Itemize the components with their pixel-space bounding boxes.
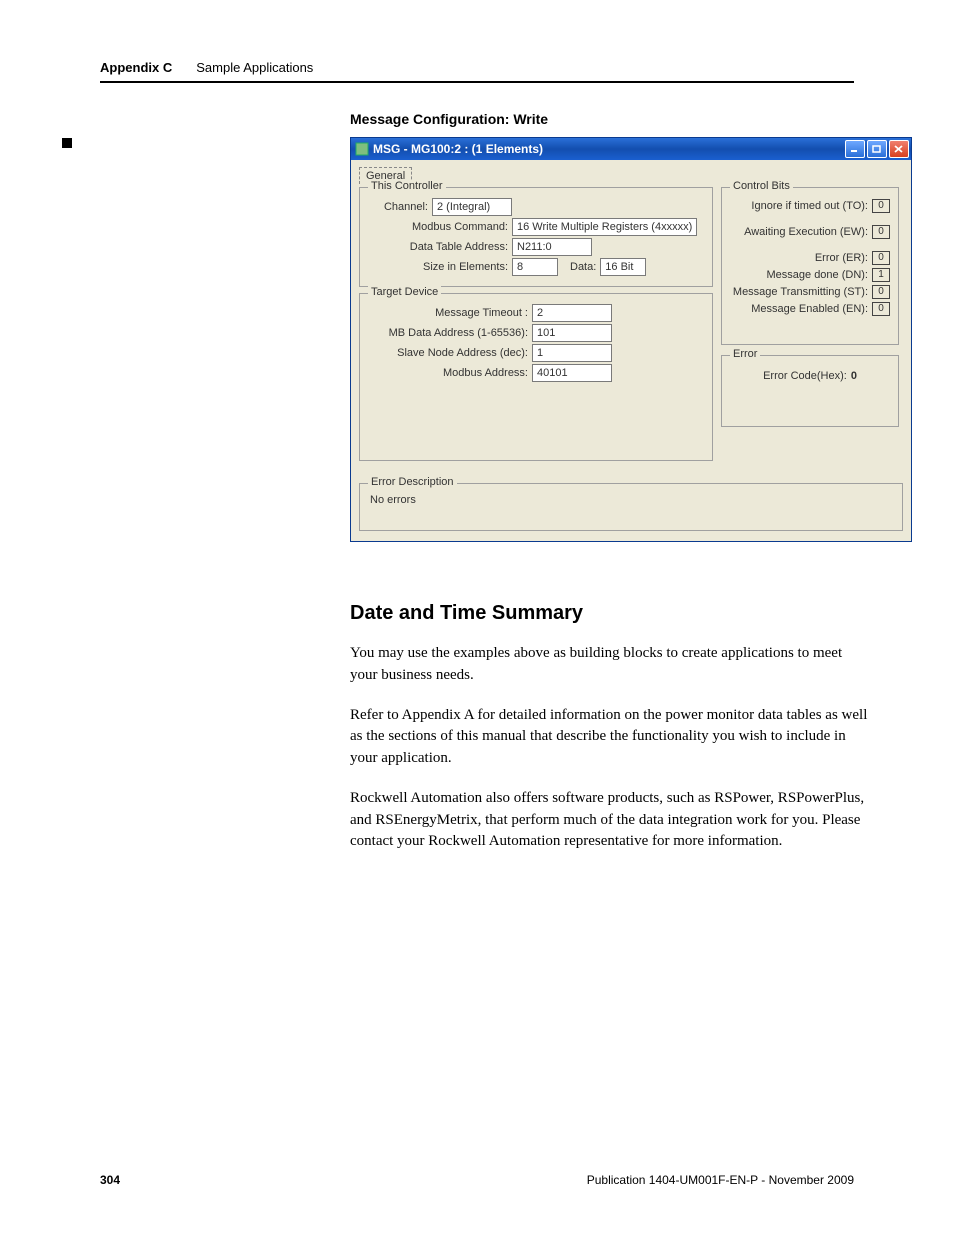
- this-controller-group: This Controller Channel: 2 (Integral) Mo…: [359, 187, 713, 287]
- section-label: Sample Applications: [196, 60, 313, 75]
- dta-label: Data Table Address:: [368, 241, 512, 253]
- channel-label: Channel:: [368, 201, 432, 213]
- modaddr-field: 40101: [532, 364, 612, 382]
- target-device-legend: Target Device: [368, 286, 441, 298]
- dn-label: Message done (DN):: [767, 269, 869, 281]
- paragraph-1: You may use the examples above as buildi…: [350, 643, 870, 687]
- dta-field[interactable]: N211:0: [512, 238, 592, 256]
- error-code-value: 0: [851, 370, 857, 382]
- msg-config-window: MSG - MG100:2 : (1 Elements) General: [350, 137, 912, 542]
- publication-id: Publication 1404-UM001F-EN-P - November …: [587, 1173, 854, 1187]
- ew-label: Awaiting Execution (EW):: [744, 226, 868, 238]
- er-label: Error (ER):: [815, 252, 868, 264]
- control-bits-group: Control Bits Ignore if timed out (TO): 0…: [721, 187, 899, 345]
- data-field[interactable]: 16 Bit: [600, 258, 646, 276]
- error-description-group: Error Description No errors: [359, 483, 903, 531]
- ew-value[interactable]: 0: [872, 225, 890, 239]
- channel-field[interactable]: 2 (Integral): [432, 198, 512, 216]
- appendix-label: Appendix C: [100, 60, 172, 75]
- header-rule: [100, 81, 854, 83]
- close-button[interactable]: [889, 140, 909, 158]
- this-controller-legend: This Controller: [368, 180, 446, 192]
- st-label: Message Transmitting (ST):: [733, 286, 868, 298]
- target-device-group: Target Device Message Timeout : 2 MB Dat…: [359, 293, 713, 461]
- maximize-button[interactable]: [867, 140, 887, 158]
- titlebar[interactable]: MSG - MG100:2 : (1 Elements): [351, 138, 911, 160]
- er-value[interactable]: 0: [872, 251, 890, 265]
- page-number: 304: [100, 1173, 120, 1187]
- st-value[interactable]: 0: [872, 285, 890, 299]
- app-icon: [355, 142, 369, 156]
- control-bits-legend: Control Bits: [730, 180, 793, 192]
- modaddr-label: Modbus Address:: [368, 367, 532, 379]
- data-label: Data:: [570, 261, 596, 273]
- size-field[interactable]: 8: [512, 258, 558, 276]
- timeout-label: Message Timeout :: [368, 307, 532, 319]
- mbaddr-label: MB Data Address (1-65536):: [368, 327, 532, 339]
- timeout-field[interactable]: 2: [532, 304, 612, 322]
- slave-label: Slave Node Address (dec):: [368, 347, 532, 359]
- paragraph-2: Refer to Appendix A for detailed informa…: [350, 705, 870, 770]
- section-heading: Date and Time Summary: [350, 602, 870, 625]
- error-description-text: No errors: [370, 494, 416, 506]
- en-value[interactable]: 0: [872, 302, 890, 316]
- error-legend: Error: [730, 348, 760, 360]
- error-group: Error Error Code(Hex): 0: [721, 355, 899, 427]
- modbus-cmd-label: Modbus Command:: [368, 221, 512, 233]
- modbus-cmd-field[interactable]: 16 Write Multiple Registers (4xxxxx): [512, 218, 697, 236]
- mbaddr-field[interactable]: 101: [532, 324, 612, 342]
- error-code-label: Error Code(Hex):: [763, 370, 847, 382]
- to-value[interactable]: 0: [872, 199, 890, 213]
- minimize-button[interactable]: [845, 140, 865, 158]
- slave-field[interactable]: 1: [532, 344, 612, 362]
- margin-marker: [62, 138, 72, 148]
- en-label: Message Enabled (EN):: [751, 303, 868, 315]
- paragraph-3: Rockwell Automation also offers software…: [350, 788, 870, 853]
- window-title: MSG - MG100:2 : (1 Elements): [373, 142, 845, 156]
- to-label: Ignore if timed out (TO):: [751, 200, 868, 212]
- error-description-legend: Error Description: [368, 476, 457, 488]
- dn-value[interactable]: 1: [872, 268, 890, 282]
- size-label: Size in Elements:: [368, 261, 512, 273]
- figure-caption: Message Configuration: Write: [350, 111, 870, 127]
